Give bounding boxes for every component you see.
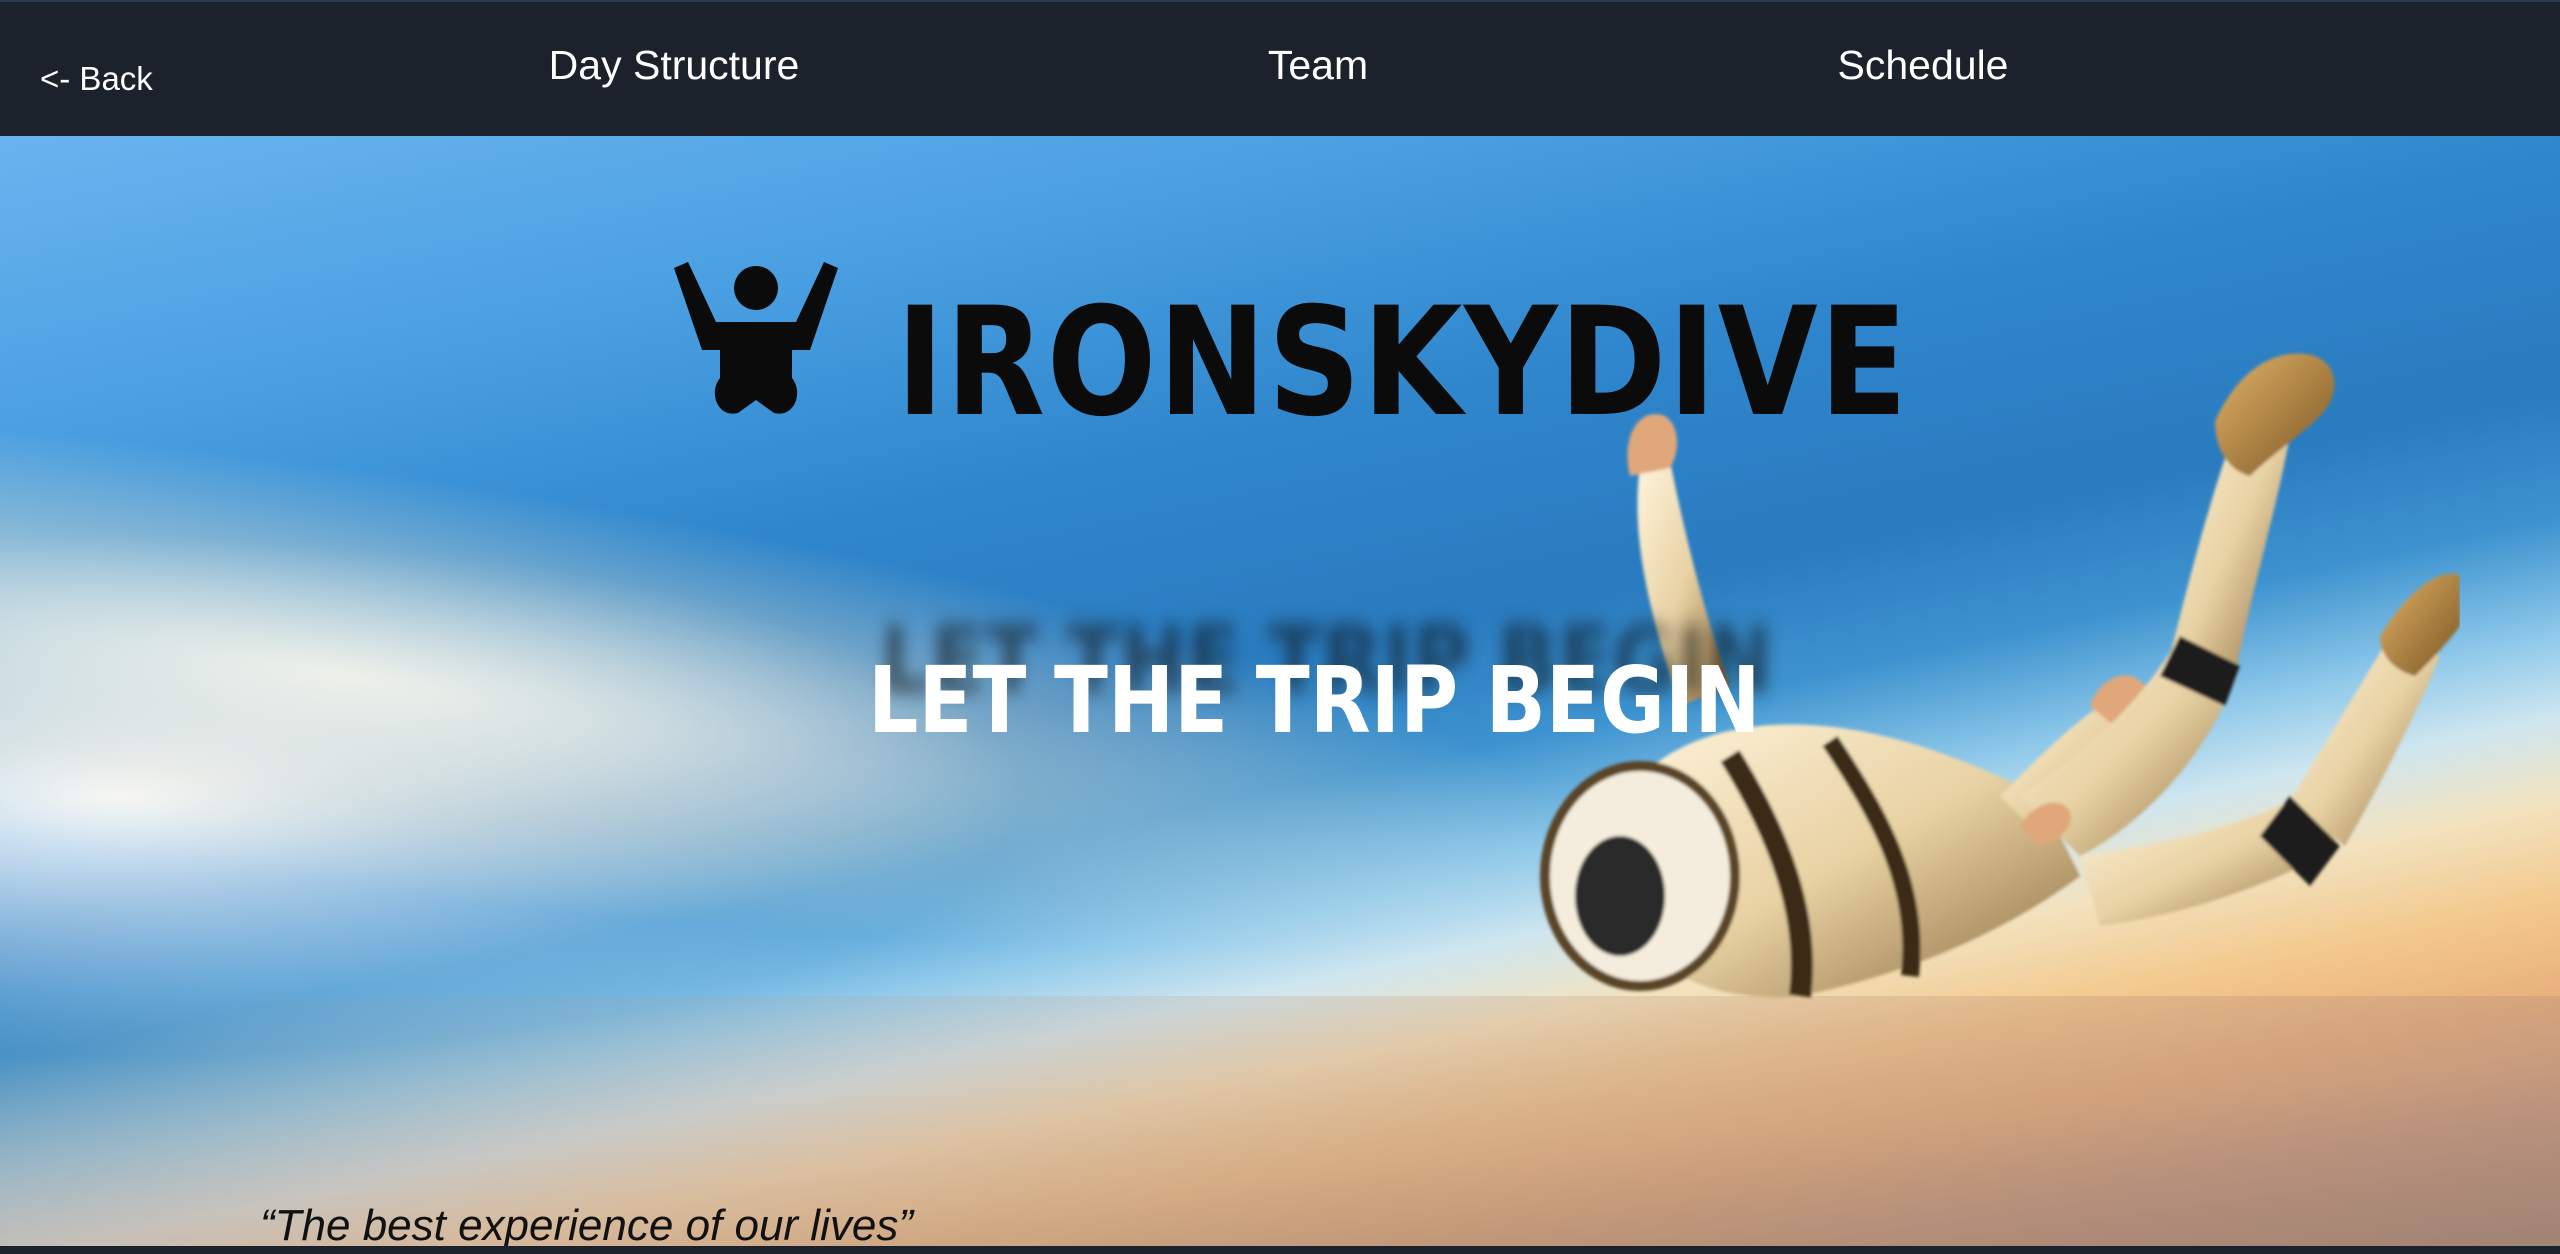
brand-title: IRONSKYDIVE xyxy=(896,276,1910,450)
page: <- Back Day Structure Team Schedule IRON… xyxy=(0,0,2560,1254)
nav-link-team[interactable]: Team xyxy=(1268,42,1368,89)
top-navigation-bar: <- Back Day Structure Team Schedule xyxy=(0,0,2560,136)
back-link[interactable]: <- Back xyxy=(40,60,153,98)
hero-banner: IRONSKYDIVE LET THE TRIP BEGIN LET THE T… xyxy=(0,136,2560,1246)
nav-link-schedule[interactable]: Schedule xyxy=(1838,42,2009,89)
tagline: LET THE TRIP BEGIN xyxy=(868,647,1761,754)
skydiver-person-icon xyxy=(674,262,838,414)
testimonial-quote: “The best experience of our lives” xyxy=(260,1201,913,1246)
nav-link-day-structure[interactable]: Day Structure xyxy=(549,42,800,89)
bottom-edge xyxy=(0,1246,2560,1254)
